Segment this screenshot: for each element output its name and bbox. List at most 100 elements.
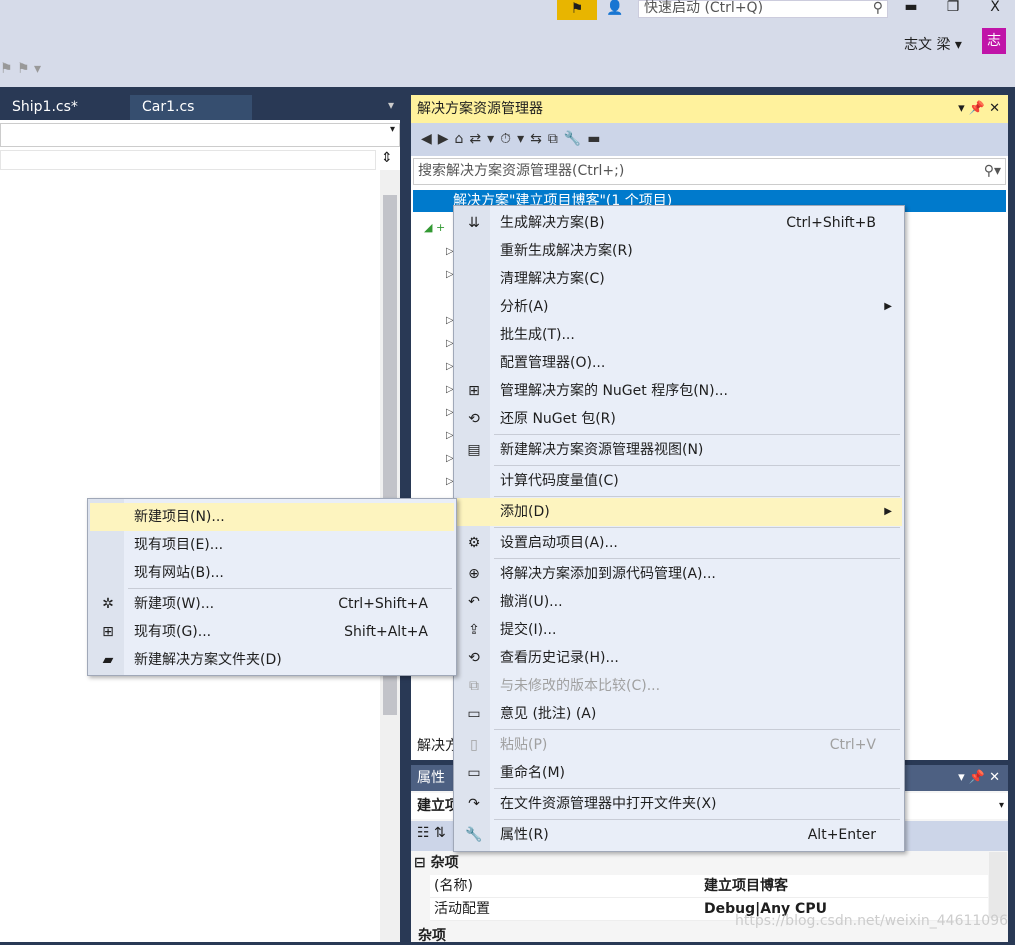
- restore-button[interactable]: ❐: [942, 0, 964, 18]
- existing-item-icon: ⊞: [102, 624, 114, 640]
- tab-car1[interactable]: Car1.cs: [130, 95, 252, 120]
- menu-separator: [494, 527, 900, 528]
- menu-item-label: 计算代码度量值(C): [500, 473, 619, 489]
- categorized-icon[interactable]: ☷ ⇅: [417, 825, 446, 841]
- menu-item[interactable]: ⧉ 与未修改的版本比较(C)...: [456, 672, 902, 700]
- menu-separator: [494, 496, 900, 497]
- menu-item[interactable]: ⊞ 现有项(G)... Shift+Alt+A: [90, 618, 454, 646]
- menu-item-label: 现有网站(B)...: [134, 565, 224, 581]
- menu-item-label: 在文件资源管理器中打开文件夹(X): [500, 796, 717, 812]
- open-folder-icon: ↷: [468, 796, 480, 812]
- menu-item[interactable]: 批生成(T)...: [456, 321, 902, 349]
- menu-item[interactable]: ⊕ 将解决方案添加到源代码管理(A)...: [456, 560, 902, 588]
- menu-item-label: 清理解决方案(C): [500, 271, 605, 287]
- tree-expand-icon[interactable]: ◢ +: [424, 221, 445, 234]
- menu-item[interactable]: ⟲ 查看历史记录(H)...: [456, 644, 902, 672]
- menu-separator: [494, 819, 900, 820]
- menu-separator: [494, 729, 900, 730]
- undo-icon: ↶: [468, 594, 480, 610]
- menu-item[interactable]: ↶ 撤消(U)...: [456, 588, 902, 616]
- property-row[interactable]: (名称) 建立项目博客: [430, 875, 988, 898]
- menu-item-label: 重命名(M): [500, 765, 566, 781]
- menu-item-label: 重新生成解决方案(R): [500, 243, 633, 259]
- menu-item[interactable]: ⚙ 设置启动项目(A)...: [456, 529, 902, 557]
- solution-explorer-title: 解决方案资源管理器 ▾ 📌 ✕: [411, 95, 1008, 123]
- property-category[interactable]: ⊟ 杂项: [414, 852, 459, 872]
- menu-item-label: 属性(R): [500, 827, 549, 843]
- menu-item[interactable]: ⇊ 生成解决方案(B) Ctrl+Shift+B: [456, 209, 902, 237]
- menu-item-label: 意见 (批注) (A): [500, 706, 597, 722]
- menu-item[interactable]: 配置管理器(O)...: [456, 349, 902, 377]
- search-icon: ⚲: [872, 0, 883, 16]
- menu-item[interactable]: 清理解决方案(C): [456, 265, 902, 293]
- source-control-icon: ⊕: [468, 566, 480, 582]
- menu-item-label: 撤消(U)...: [500, 594, 563, 610]
- menu-item-label: 新建解决方案资源管理器视图(N): [500, 442, 704, 458]
- menu-item-label: 提交(I)...: [500, 622, 557, 638]
- pane-controls-icon[interactable]: ▾ 📌 ✕: [958, 95, 1000, 123]
- menu-item[interactable]: ✲ 新建项(W)... Ctrl+Shift+A: [90, 590, 454, 618]
- menu-item[interactable]: 新建项目(N)...: [90, 503, 454, 531]
- submenu-arrow-icon: ▶: [884, 301, 892, 312]
- menu-item-label: 还原 NuGet 包(R): [500, 411, 616, 427]
- member-bar[interactable]: [0, 150, 376, 170]
- menu-item-label: 新建解决方案文件夹(D): [134, 652, 282, 668]
- toolbar-bookmark-buttons[interactable]: ⚑ ⚑ ▾: [0, 54, 60, 84]
- menu-item-label: 设置启动项目(A)...: [500, 535, 618, 551]
- menu-item-label: 与未修改的版本比较(C)...: [500, 678, 661, 694]
- quick-launch-input[interactable]: 快速启动 (Ctrl+Q) ⚲: [638, 0, 888, 18]
- account-icon[interactable]: 👤: [606, 0, 623, 16]
- menu-item-shortcut: Ctrl+Shift+B: [786, 215, 876, 231]
- minimize-button[interactable]: ▬: [900, 0, 922, 18]
- menu-item-label: 分析(A): [500, 299, 549, 315]
- property-description: 杂项: [418, 928, 446, 944]
- menu-item[interactable]: ↷ 在文件资源管理器中打开文件夹(X): [456, 790, 902, 818]
- menu-item[interactable]: ▤ 新建解决方案资源管理器视图(N): [456, 436, 902, 464]
- feedback-button[interactable]: ⚑: [557, 0, 597, 20]
- menu-separator: [494, 558, 900, 559]
- menu-item[interactable]: ⊞ 管理解决方案的 NuGet 程序包(N)...: [456, 377, 902, 405]
- menu-item[interactable]: 分析(A) ▶: [456, 293, 902, 321]
- menu-item-label: 新建项(W)...: [134, 596, 215, 612]
- nuget-icon: ⊞: [468, 383, 480, 399]
- menu-item[interactable]: 添加(D) ▶: [456, 498, 902, 526]
- user-name[interactable]: 志文 梁 ▾: [904, 34, 962, 54]
- submenu-arrow-icon: ▶: [884, 506, 892, 517]
- menu-item[interactable]: ▯ 粘贴(P) Ctrl+V: [456, 731, 902, 759]
- tab-ship1[interactable]: Ship1.cs*: [0, 95, 120, 120]
- navigation-dropdown[interactable]: ▾: [0, 123, 400, 147]
- flag-icon: ⚑: [570, 1, 584, 17]
- tab-overflow-icon[interactable]: ▾: [388, 98, 394, 112]
- menu-separator: [494, 788, 900, 789]
- menu-item-label: 添加(D): [500, 504, 550, 520]
- menu-item[interactable]: ▭ 重命名(M): [456, 759, 902, 787]
- avatar[interactable]: 志: [982, 28, 1006, 54]
- close-button[interactable]: X: [984, 0, 1006, 18]
- restore-icon: ⟲: [468, 411, 480, 427]
- menu-item[interactable]: 重新生成解决方案(R): [456, 237, 902, 265]
- menu-item[interactable]: ⇪ 提交(I)...: [456, 616, 902, 644]
- pane-controls-icon[interactable]: ▾ 📌 ✕: [958, 765, 1000, 791]
- menu-item[interactable]: ▭ 意见 (批注) (A): [456, 700, 902, 728]
- menu-item-label: 查看历史记录(H)...: [500, 650, 619, 666]
- menu-item[interactable]: ⟲ 还原 NuGet 包(R): [456, 405, 902, 433]
- menu-item-label: 现有项目(E)...: [134, 537, 224, 553]
- split-icon[interactable]: ⇕: [381, 150, 393, 166]
- menu-separator: [494, 465, 900, 466]
- menu-item-shortcut: Alt+Enter: [807, 827, 876, 843]
- build-icon: ⇊: [468, 215, 480, 231]
- menu-item[interactable]: 计算代码度量值(C): [456, 467, 902, 495]
- properties-scrollbar[interactable]: [989, 852, 1007, 918]
- solution-search-input[interactable]: 搜索解决方案资源管理器(Ctrl+;) ⚲▾: [413, 158, 1006, 185]
- menu-item-label: 将解决方案添加到源代码管理(A)...: [500, 566, 716, 582]
- menu-separator: [494, 434, 900, 435]
- menu-item[interactable]: 🔧 属性(R) Alt+Enter: [456, 821, 902, 849]
- menu-item-label: 现有项(G)...: [134, 624, 212, 640]
- menu-item-label: 粘贴(P): [500, 737, 548, 753]
- context-menu: ⇊ 生成解决方案(B) Ctrl+Shift+B 重新生成解决方案(R) 清理解决方案(…: [453, 205, 905, 852]
- menu-item[interactable]: 现有网站(B)...: [90, 559, 454, 587]
- menu-item[interactable]: 现有项目(E)...: [90, 531, 454, 559]
- solution-explorer-toolbar[interactable]: ◀▶⌂⇄▾⏱▾⇆⧉🔧▬: [411, 123, 1008, 156]
- menu-item-label: 生成解决方案(B): [500, 215, 605, 231]
- menu-item[interactable]: ▰ 新建解决方案文件夹(D): [90, 646, 454, 674]
